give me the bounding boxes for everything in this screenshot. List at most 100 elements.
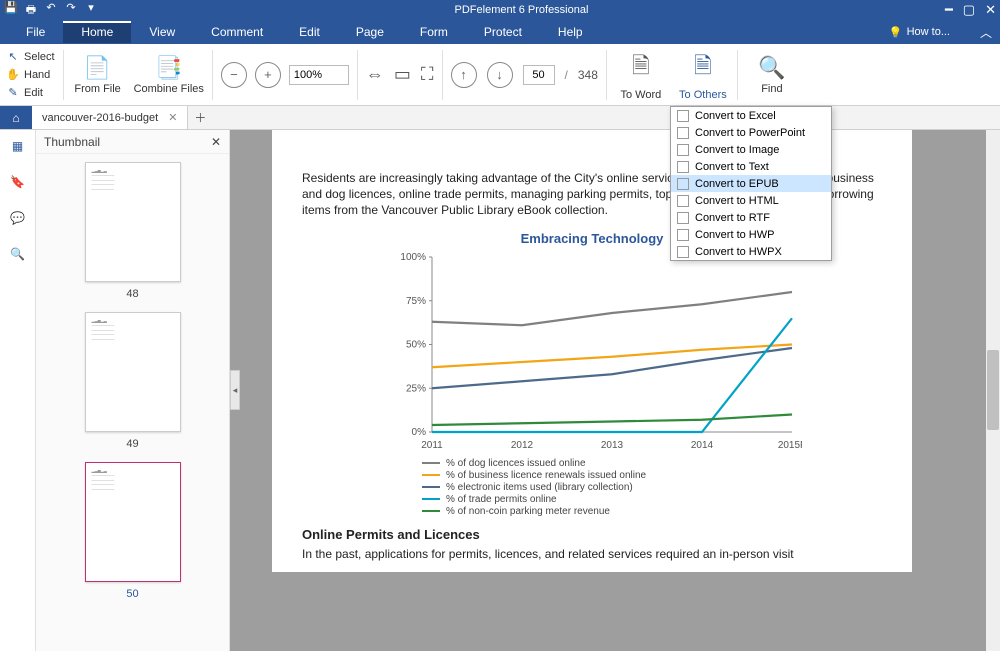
maximize-button[interactable]: ▢: [963, 2, 975, 18]
svg-text:0%: 0%: [412, 427, 427, 438]
to-others-button[interactable]: 🗎To Others: [677, 49, 729, 101]
combine-files-button[interactable]: 📑Combine Files: [134, 55, 204, 95]
close-panel-icon[interactable]: ✕: [211, 135, 221, 149]
document-tab-label: vancouver-2016-budget: [42, 112, 158, 124]
collapse-ribbon-icon[interactable]: ︿: [970, 24, 992, 41]
zoom-in-button[interactable]: +: [255, 62, 281, 88]
fullscreen-icon[interactable]: ⛶: [421, 64, 434, 85]
from-file-button[interactable]: 📄From File: [72, 55, 124, 95]
file-type-icon: [677, 178, 689, 190]
thumbnail-page[interactable]: ▂▃▅▂▃────────────────────────────────: [85, 462, 181, 582]
svg-text:2015F: 2015F: [778, 440, 802, 451]
undo-qat-icon[interactable]: ↶: [44, 1, 58, 20]
convert-menu-item[interactable]: Convert to EPUB: [671, 175, 831, 192]
comments-panel-icon[interactable]: 💬: [8, 208, 28, 228]
howto-label: How to...: [907, 26, 950, 38]
thumbnail-page-label: 50: [126, 588, 138, 600]
home-icon: ⌂: [12, 111, 19, 125]
menu-form[interactable]: Form: [402, 21, 466, 43]
menu-comment[interactable]: Comment: [193, 21, 281, 43]
menu-home[interactable]: Home: [63, 21, 131, 43]
vertical-scrollbar[interactable]: [986, 130, 1000, 651]
fit-width-icon[interactable]: ⇔: [366, 64, 384, 85]
zoom-level-input[interactable]: [289, 65, 349, 85]
thumbnail-panel: Thumbnail ✕ ▂▃▅▂▃───────────────────────…: [36, 130, 230, 651]
bookmarks-panel-icon[interactable]: 🔖: [8, 172, 28, 192]
scrollbar-thumb[interactable]: [987, 350, 999, 430]
thumbnail-header: Thumbnail: [44, 135, 100, 149]
chart-legend: % of dog licences issued online% of busi…: [422, 458, 882, 517]
thumbnail-page-label: 49: [126, 438, 138, 450]
redo-qat-icon[interactable]: ↷: [64, 1, 78, 20]
svg-text:2011: 2011: [421, 440, 443, 451]
pencil-icon: ✎: [6, 86, 20, 99]
menu-bar: FileHomeViewCommentEditPageFormProtectHe…: [0, 20, 1000, 44]
save-qat-icon[interactable]: 💾: [4, 1, 18, 20]
page-sep: /: [565, 68, 568, 82]
files-icon: 📑: [155, 55, 182, 81]
menu-page[interactable]: Page: [338, 21, 402, 43]
close-tab-icon[interactable]: ✕: [168, 111, 177, 124]
convert-to-menu: Convert to ExcelConvert to PowerPointCon…: [670, 106, 832, 261]
menu-view[interactable]: View: [131, 21, 193, 43]
fit-page-icon[interactable]: ▭: [394, 64, 411, 85]
file-type-icon: [677, 195, 689, 207]
menu-edit[interactable]: Edit: [281, 21, 338, 43]
file-type-icon: [677, 127, 689, 139]
print-qat-icon[interactable]: 🖶: [24, 1, 38, 20]
thumbnail-page-label: 48: [126, 288, 138, 300]
next-page-button[interactable]: ↓: [487, 62, 513, 88]
file-plus-icon: 📄: [84, 55, 111, 81]
convert-menu-item[interactable]: Convert to Text: [671, 158, 831, 175]
close-button[interactable]: ✕: [985, 2, 996, 18]
app-title: PDFelement 6 Professional: [98, 4, 945, 16]
thumbnail-page[interactable]: ▂▃▅▂▃────────────────────────────────: [85, 162, 181, 282]
zoom-out-button[interactable]: −: [221, 62, 247, 88]
edit-tool[interactable]: ✎Edit: [6, 84, 55, 102]
page-number-input[interactable]: [523, 65, 555, 85]
convert-menu-item[interactable]: Convert to HWPX: [671, 243, 831, 260]
add-tab-button[interactable]: ＋: [188, 106, 212, 129]
ribbon: ↖Select ✋Hand ✎Edit 📄From File 📑Combine …: [0, 44, 1000, 106]
select-tool[interactable]: ↖Select: [6, 48, 55, 66]
hand-icon: ✋: [6, 68, 20, 81]
section-heading: Online Permits and Licences: [302, 527, 882, 542]
file-type-icon: [677, 144, 689, 156]
convert-menu-item[interactable]: Convert to Excel: [671, 107, 831, 124]
embracing-technology-chart: 0%25%50%75%100%20112012201320142015F: [382, 252, 802, 452]
menu-protect[interactable]: Protect: [466, 21, 540, 43]
title-bar: 💾 🖶 ↶ ↷ ▾ PDFelement 6 Professional ━ ▢ …: [0, 0, 1000, 20]
convert-menu-item[interactable]: Convert to HTML: [671, 192, 831, 209]
svg-text:25%: 25%: [406, 383, 426, 394]
hand-tool[interactable]: ✋Hand: [6, 66, 55, 84]
collapse-sidebar-handle[interactable]: ◂: [230, 370, 240, 410]
qat-dropdown-icon[interactable]: ▾: [84, 1, 98, 20]
convert-menu-item[interactable]: Convert to RTF: [671, 209, 831, 226]
svg-text:100%: 100%: [400, 252, 426, 263]
howto-link[interactable]: 💡 How to...: [889, 26, 970, 39]
convert-menu-item[interactable]: Convert to HWP: [671, 226, 831, 243]
search-panel-icon[interactable]: 🔍: [8, 244, 28, 264]
convert-menu-item[interactable]: Convert to PowerPoint: [671, 124, 831, 141]
svg-text:75%: 75%: [406, 295, 426, 306]
minimize-button[interactable]: ━: [945, 2, 953, 18]
to-word-button[interactable]: 🗎To Word: [615, 49, 667, 101]
document-area[interactable]: ◂ Residents are increasingly taking adva…: [230, 130, 1000, 651]
export-icon: 🗎: [694, 49, 712, 87]
thumbnails-panel-icon[interactable]: ▦: [8, 136, 28, 156]
file-type-icon: [677, 212, 689, 224]
file-type-icon: [677, 229, 689, 241]
file-type-icon: [677, 246, 689, 258]
lightbulb-icon: 💡: [889, 26, 903, 39]
body-paragraph-2: In the past, applications for permits, l…: [302, 546, 882, 562]
document-tab[interactable]: vancouver-2016-budget ✕: [32, 106, 188, 129]
svg-text:2013: 2013: [601, 440, 624, 451]
page-total: 348: [578, 68, 598, 82]
menu-file[interactable]: File: [8, 21, 63, 43]
home-tab[interactable]: ⌂: [0, 106, 32, 129]
prev-page-button[interactable]: ↑: [451, 62, 477, 88]
thumbnail-page[interactable]: ▂▃▅▂▃────────────────────────────────: [85, 312, 181, 432]
convert-menu-item[interactable]: Convert to Image: [671, 141, 831, 158]
menu-help[interactable]: Help: [540, 21, 601, 43]
find-button[interactable]: 🔍Find: [746, 55, 798, 95]
